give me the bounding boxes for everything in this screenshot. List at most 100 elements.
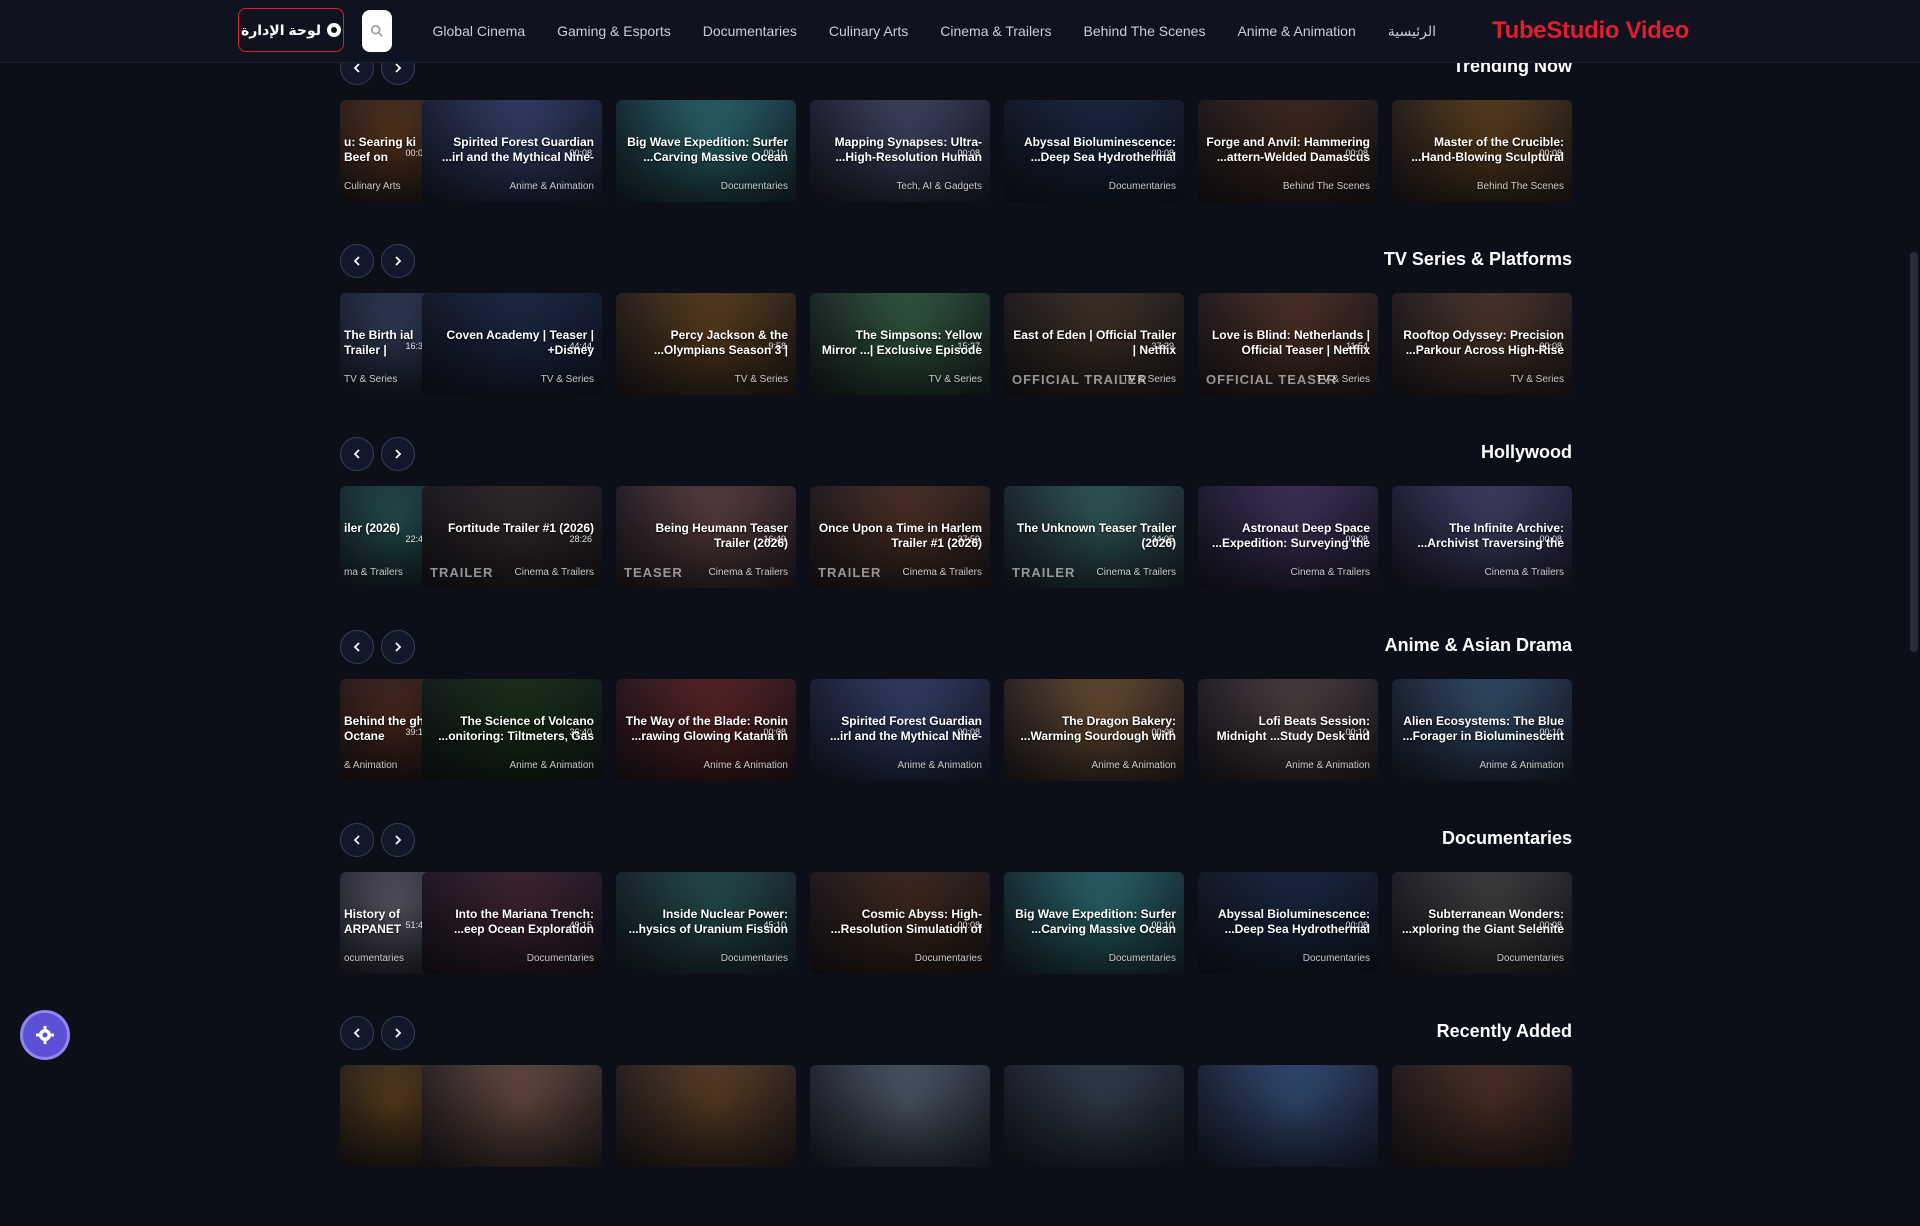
thumbnail-overlay xyxy=(1392,1065,1572,1167)
video-duration: 00:08 xyxy=(763,727,786,737)
nav-item[interactable]: Gaming & Esports xyxy=(541,23,687,39)
video-duration: 00:08 xyxy=(957,727,980,737)
brand-logo[interactable]: TubeStudio Video xyxy=(1492,17,1689,45)
nav-item[interactable]: Behind The Scenes xyxy=(1068,23,1222,39)
video-card[interactable]: Inside Nuclear Power: ...hysics of Urani… xyxy=(616,872,796,974)
video-card[interactable]: Abyssal Bioluminescence: ...Deep Sea Hyd… xyxy=(1004,100,1184,202)
video-card[interactable]: The Science of Volcano ...onitoring: Til… xyxy=(422,679,602,781)
settings-fab-button[interactable] xyxy=(20,1010,70,1060)
video-duration: 00:08 xyxy=(1539,534,1562,544)
video-card[interactable]: East of Eden | Official Trailer | Netfli… xyxy=(1004,293,1184,395)
chevron-left-icon xyxy=(353,835,360,845)
carousel-next-button[interactable] xyxy=(381,244,415,278)
video-duration: 44:44 xyxy=(569,341,592,351)
settings-icon xyxy=(327,23,342,37)
nav-item[interactable]: Anime & Animation xyxy=(1221,23,1371,39)
video-category: Documentaries xyxy=(914,953,982,964)
video-card[interactable]: The Simpsons: Yellow Mirror ...| Exclusi… xyxy=(810,293,990,395)
carousel-track: The Birth ial Trailer | 16:37 TV & Series C… xyxy=(340,293,1572,395)
video-badge: TRAILER xyxy=(430,565,494,580)
carousel-next-button[interactable] xyxy=(381,1016,415,1050)
thumbnail-overlay xyxy=(616,1065,796,1167)
video-duration: 15:27 xyxy=(957,341,980,351)
video-card[interactable]: The Infinite Archive: ...Archivist Trave… xyxy=(1392,486,1572,588)
video-card[interactable]: Coven Academy | Teaser | +Disney 44:44 TV … xyxy=(422,293,602,395)
video-category: Cinema & Trailers xyxy=(902,567,982,578)
video-card[interactable]: The Dragon Bakery: ...Warming Sourdough … xyxy=(1004,679,1184,781)
video-badge: TRAILER xyxy=(818,565,882,580)
video-card[interactable]: Love is Blind: Netherlands | Official Te… xyxy=(1198,293,1378,395)
video-card[interactable]: Astronaut Deep Space ...Expedition: Surv… xyxy=(1198,486,1378,588)
carousel-section: TV Series & Platforms The Birth ial Trail… xyxy=(0,244,1920,454)
video-category: Anime & Animation xyxy=(1285,760,1371,771)
video-card[interactable]: Big Wave Expedition: Surfer ...Carving M… xyxy=(1004,872,1184,974)
video-card[interactable]: Being Heumann Teaser Trailer (2026) 16:49… xyxy=(616,486,796,588)
thumbnail-overlay xyxy=(422,1065,602,1167)
video-card[interactable]: Cosmic Abyss: High- ...Resolution Simula… xyxy=(810,872,990,974)
video-card[interactable] xyxy=(1004,1065,1184,1167)
video-category: TV & Series xyxy=(540,374,594,385)
video-card[interactable]: Forge and Anvil: Hammering ...attern-Wel… xyxy=(1198,100,1378,202)
video-card[interactable]: Alien Ecosystems: The Blue ...Forager in… xyxy=(1392,679,1572,781)
video-card[interactable]: Subterranean Wonders: ...xploring the Gi… xyxy=(1392,872,1572,974)
scrollbar-thumb[interactable] xyxy=(1910,252,1918,652)
nav-item[interactable]: Cinema & Trailers xyxy=(924,23,1067,39)
video-card[interactable]: Spirited Forest Guardian ...irl and the … xyxy=(810,679,990,781)
video-duration: 34:05 xyxy=(1151,534,1174,544)
admin-dashboard-button[interactable]: لوحة الإدارة xyxy=(238,8,344,52)
video-card[interactable]: Spirited Forest Guardian ...irl and the … xyxy=(422,100,602,202)
video-category: Anime & Animation xyxy=(509,181,595,192)
video-duration: 00:08 xyxy=(1345,534,1368,544)
carousel-prev-button[interactable] xyxy=(340,437,374,471)
nav-item[interactable]: Culinary Arts xyxy=(813,23,924,39)
carousel-track: Behind the gh-Octane 39:10 & Animation The … xyxy=(340,679,1572,781)
video-card[interactable] xyxy=(1392,1065,1572,1167)
carousel-prev-button[interactable] xyxy=(340,1016,374,1050)
video-card[interactable]: Fortitude Trailer #1 (2026) 28:26 Cinema &… xyxy=(422,486,602,588)
video-duration: 45:10 xyxy=(763,920,786,930)
nav-item[interactable]: Global Cinema xyxy=(417,23,542,39)
video-card[interactable]: Master of the Crucible: ...Hand-Blowing … xyxy=(1392,100,1572,202)
video-card[interactable] xyxy=(616,1065,796,1167)
nav-item[interactable]: erviews xyxy=(404,23,417,39)
video-card[interactable] xyxy=(810,1065,990,1167)
video-badge: OFFICIAL TRAILER xyxy=(1012,372,1148,387)
carousel-prev-button[interactable] xyxy=(340,630,374,664)
video-duration: 00:08 xyxy=(1151,727,1174,737)
thumbnail-overlay xyxy=(810,1065,990,1167)
video-card[interactable]: Into the Mariana Trench: ...eep Ocean Ex… xyxy=(422,872,602,974)
video-card[interactable]: Big Wave Expedition: Surfer ...Carving M… xyxy=(616,100,796,202)
chevron-right-icon xyxy=(395,835,402,845)
video-card[interactable]: Once Upon a Time in Harlem Trailer #1 (2… xyxy=(810,486,990,588)
thumbnail-overlay xyxy=(1198,1065,1378,1167)
video-duration: 11:54 xyxy=(1346,341,1368,351)
video-card[interactable]: Mapping Synapses: Ultra- ...High-Resolut… xyxy=(810,100,990,202)
carousel-section: Hollywood iler (2026) 22:40 ma & Trailers Fo… xyxy=(0,437,1920,647)
video-duration: 00:10 xyxy=(1151,920,1174,930)
page-scrollbar[interactable] xyxy=(1908,0,1920,1080)
section-title: Documentaries xyxy=(1441,828,1572,848)
nav-item[interactable]: Documentaries xyxy=(687,23,813,39)
carousel-next-button[interactable] xyxy=(381,823,415,857)
carousel-next-button[interactable] xyxy=(381,630,415,664)
video-card[interactable] xyxy=(422,1065,602,1167)
section-title: Recently Added xyxy=(1436,1021,1572,1041)
video-card[interactable]: Rooftop Odyssey: Precision ...Parkour Ac… xyxy=(1392,293,1572,395)
video-card[interactable]: The Way of the Blade: Ronin ...rawing Gl… xyxy=(616,679,796,781)
video-duration: 00:08 xyxy=(957,148,980,158)
video-badge: OFFICIAL TEASER xyxy=(1206,372,1338,387)
video-duration: 00:10 xyxy=(1345,727,1368,737)
video-card[interactable]: Lofi Beats Session: Midnight ...Study De… xyxy=(1198,679,1378,781)
nav-item[interactable]: الرئيسية xyxy=(1372,23,1452,40)
carousel-prev-button[interactable] xyxy=(340,244,374,278)
carousel-next-button[interactable] xyxy=(381,437,415,471)
video-duration: 00:08 xyxy=(569,148,592,158)
video-card[interactable]: The Unknown Teaser Trailer (2026) 34:05 Ci… xyxy=(1004,486,1184,588)
video-card[interactable] xyxy=(1198,1065,1378,1167)
video-duration: 00:08 xyxy=(1345,148,1368,158)
video-card[interactable]: Abyssal Bioluminescence: ...Deep Sea Hyd… xyxy=(1198,872,1378,974)
search-button[interactable] xyxy=(362,10,392,52)
video-card[interactable]: Percy Jackson & the ...Olympians Season … xyxy=(616,293,796,395)
carousel-prev-button[interactable] xyxy=(340,823,374,857)
chevron-right-icon xyxy=(395,642,402,652)
